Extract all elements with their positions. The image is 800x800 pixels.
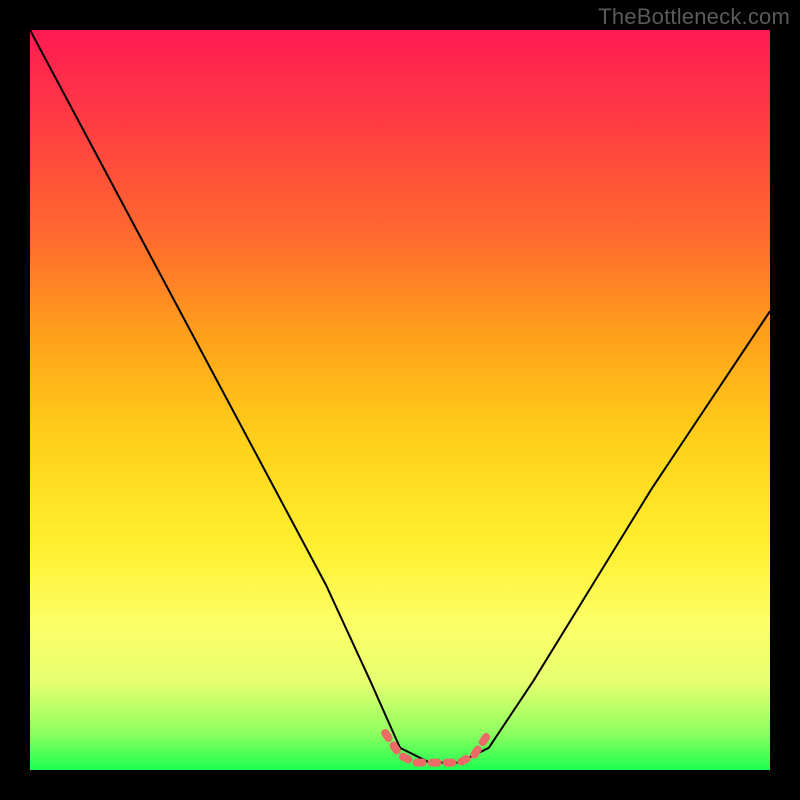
right-branch (430, 311, 770, 762)
plot-area (30, 30, 770, 770)
bottleneck-curve (30, 30, 770, 770)
chart-container: TheBottleneck.com (0, 0, 800, 800)
left-branch (30, 30, 430, 763)
watermark-text: TheBottleneck.com (598, 4, 790, 30)
